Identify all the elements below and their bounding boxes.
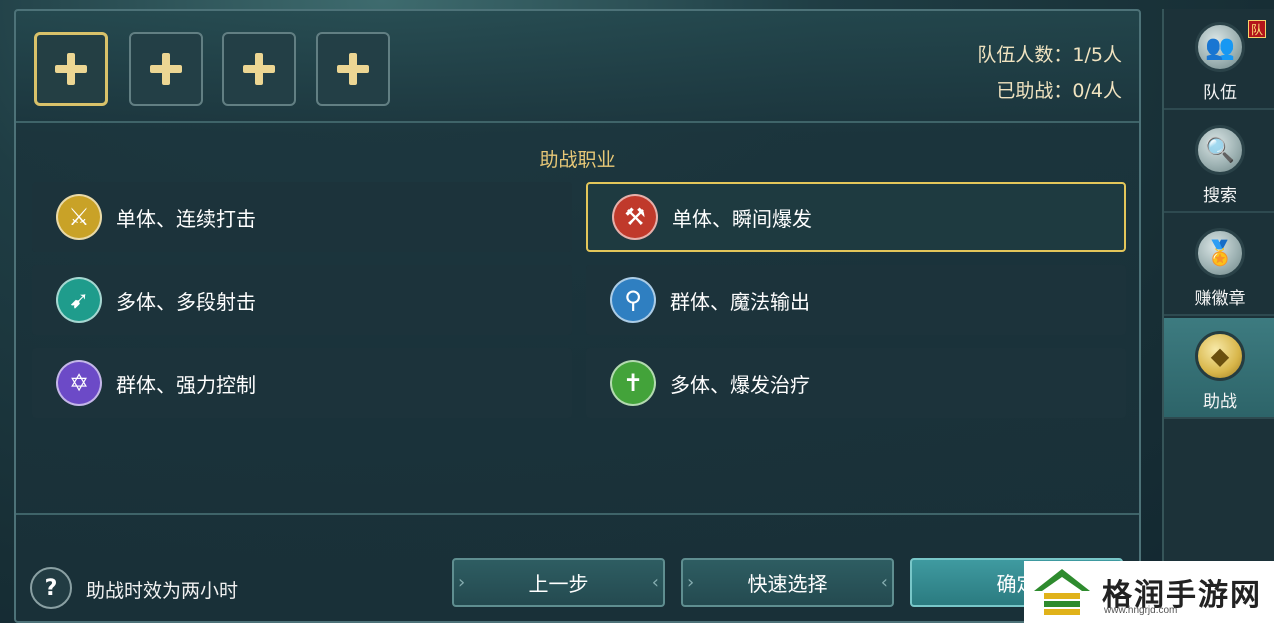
bow-icon: ➹ xyxy=(56,277,102,323)
axe-icon: ⚒ xyxy=(612,194,658,240)
chevron-right-icon: › xyxy=(687,572,695,593)
sidebar-item-assist[interactable]: ◆ 助战 xyxy=(1164,318,1274,419)
class-card-multi-heal[interactable]: ✝ 多体、爆发治疗 xyxy=(586,348,1126,418)
plus-icon xyxy=(55,53,87,85)
sidebar-item-earn-badges[interactable]: 🏅 赚徽章 xyxy=(1164,215,1274,316)
class-card-group-control[interactable]: ✡ 群体、强力控制 xyxy=(32,348,572,418)
prev-step-label: 上一步 xyxy=(528,572,589,596)
class-label: 群体、魔法输出 xyxy=(670,289,810,314)
class-label: 群体、强力控制 xyxy=(116,372,256,397)
sidebar-item-label: 赚徽章 xyxy=(1194,289,1246,309)
team-icon: 👥 xyxy=(1195,22,1245,72)
sidebar-item-team[interactable]: 👥 队伍 队 xyxy=(1164,9,1274,110)
watermark-url: www.hngrjd.com xyxy=(1104,605,1178,616)
team-slot-1[interactable] xyxy=(34,32,108,106)
class-card-single-burst[interactable]: ⚒ 单体、瞬间爆发 xyxy=(586,182,1126,252)
chevron-left-icon: ‹ xyxy=(651,572,659,593)
prev-step-button[interactable]: › 上一步 ‹ xyxy=(452,558,665,607)
sidebar-item-label: 搜索 xyxy=(1203,186,1237,206)
class-label: 单体、连续打击 xyxy=(116,206,256,231)
class-label: 多体、多段射击 xyxy=(116,289,256,314)
cross-icon: ✝ xyxy=(610,360,656,406)
staff-icon: ⚲ xyxy=(610,277,656,323)
chevron-right-icon: › xyxy=(458,572,466,593)
team-info: 队伍人数：1/5人 已助战：0/4人 xyxy=(977,37,1122,109)
section-title: 助战职业 xyxy=(539,149,616,171)
hexagram-icon: ✡ xyxy=(56,360,102,406)
sidebar-item-label: 助战 xyxy=(1203,392,1237,412)
help-icon[interactable]: ? xyxy=(30,567,72,609)
watermark: 格润手游网 www.hngrjd.com xyxy=(1024,561,1274,623)
class-card-group-magic[interactable]: ⚲ 群体、魔法输出 xyxy=(586,265,1126,335)
search-icon: 🔍 xyxy=(1195,125,1245,175)
chevron-left-icon: ‹ xyxy=(880,572,888,593)
plus-icon xyxy=(150,53,182,85)
class-label: 单体、瞬间爆发 xyxy=(672,206,812,231)
team-member-count: 队伍人数：1/5人 xyxy=(977,44,1122,66)
team-slot-3[interactable] xyxy=(222,32,296,106)
sidebar-item-label: 队伍 xyxy=(1203,83,1237,103)
quick-select-button[interactable]: › 快速选择 ‹ xyxy=(681,558,894,607)
assist-count: 已助战：0/4人 xyxy=(996,80,1122,102)
team-panel: 队伍人数：1/5人 已助战：0/4人 助战职业 ⚔ 单体、连续打击 ⚒ 单体、瞬… xyxy=(14,9,1141,623)
class-card-multi-shot[interactable]: ➹ 多体、多段射击 xyxy=(32,265,572,335)
sword-icon: ⚔ xyxy=(56,194,102,240)
diamond-icon: ◆ xyxy=(1195,331,1245,381)
badge-medal-icon: 🏅 xyxy=(1195,228,1245,278)
team-notification-badge: 队 xyxy=(1248,20,1266,38)
class-label: 多体、爆发治疗 xyxy=(670,372,810,397)
sidebar-item-search[interactable]: 🔍 搜索 xyxy=(1164,112,1274,213)
sidebar: 👥 队伍 队 🔍 搜索 🏅 赚徽章 ◆ 助战 xyxy=(1162,9,1274,623)
quick-select-label: 快速选择 xyxy=(747,572,828,596)
class-card-single-combo[interactable]: ⚔ 单体、连续打击 xyxy=(32,182,572,252)
plus-icon xyxy=(243,53,275,85)
watermark-logo-icon xyxy=(1034,569,1090,615)
help-text: 助战时效为两小时 xyxy=(86,580,239,602)
divider xyxy=(16,121,1139,123)
plus-icon xyxy=(337,53,369,85)
team-slot-4[interactable] xyxy=(316,32,390,106)
divider xyxy=(16,513,1139,515)
team-slot-2[interactable] xyxy=(129,32,203,106)
